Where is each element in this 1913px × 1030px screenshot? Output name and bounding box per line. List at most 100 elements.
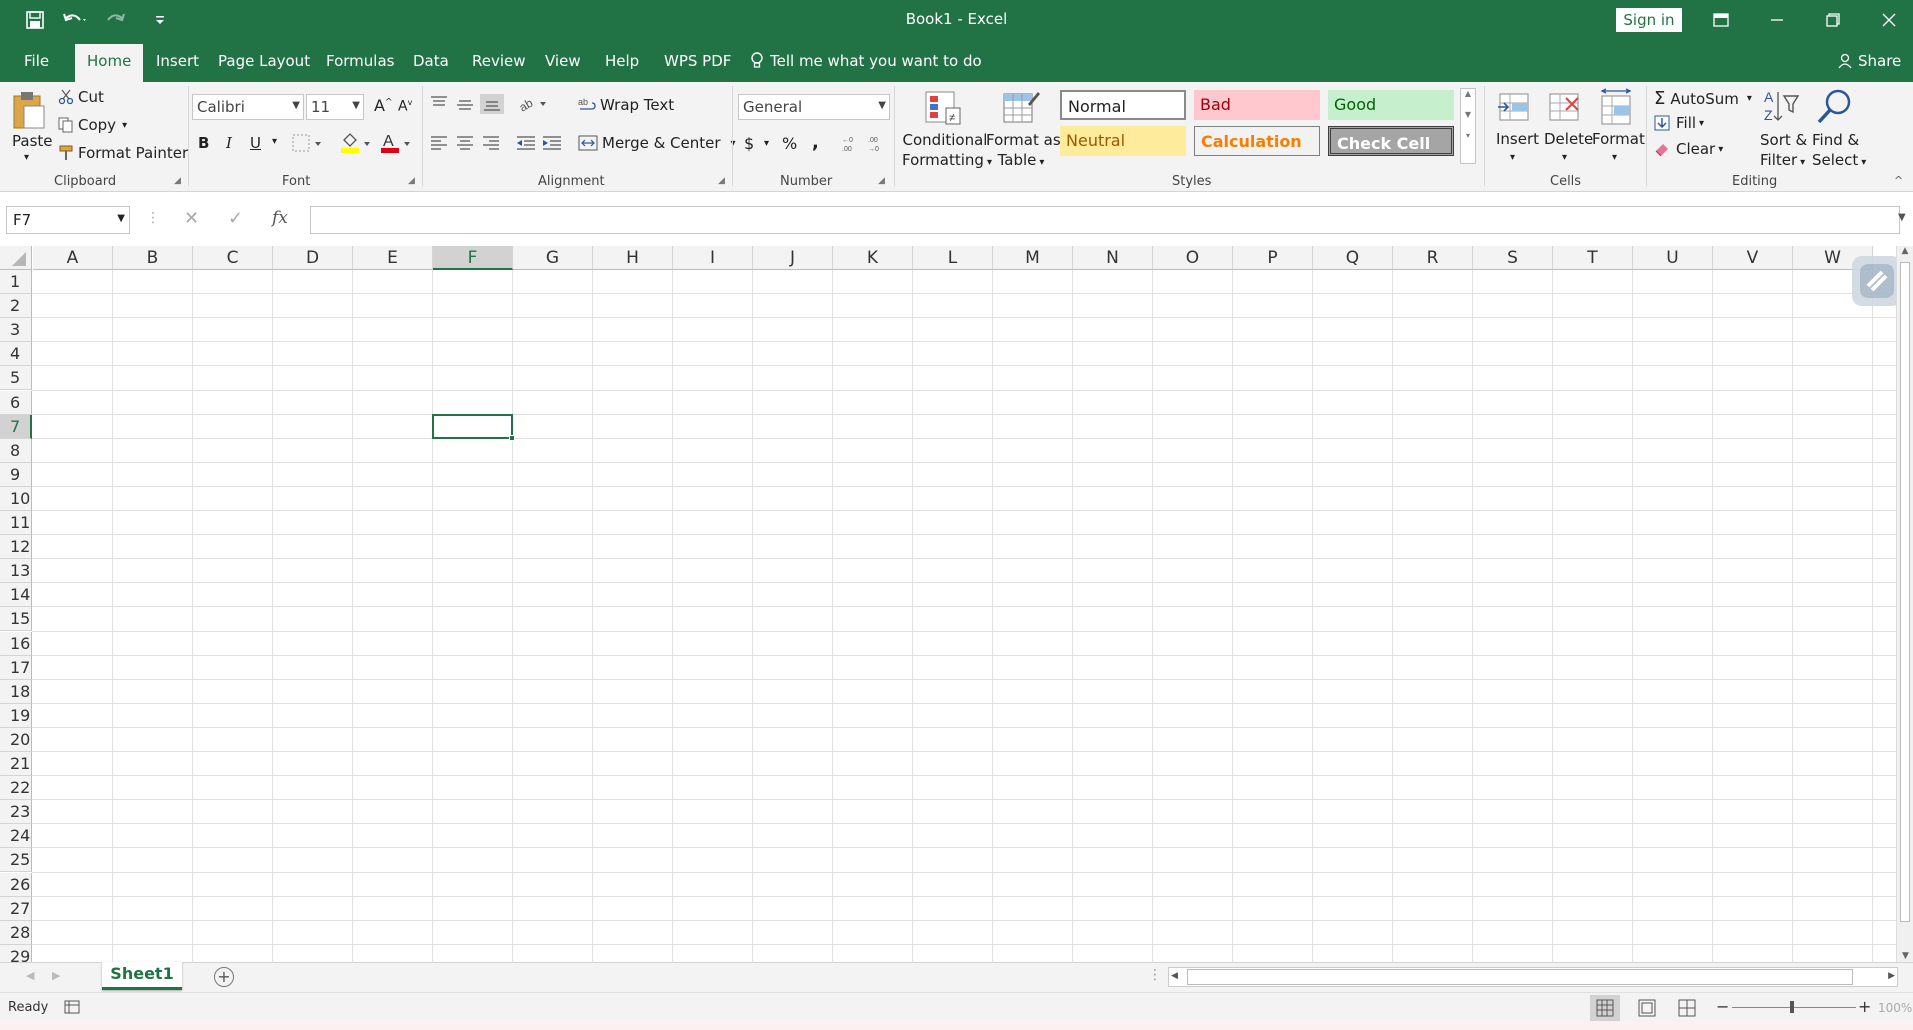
macro-record-icon[interactable] [64,999,82,1015]
share-button[interactable]: Share [1838,52,1901,70]
delete-cells-icon[interactable] [1546,90,1582,126]
style-check-cell[interactable]: Check Cell [1328,126,1454,156]
minimize-icon[interactable] [1762,8,1792,32]
font-color-button[interactable]: A [380,132,412,154]
insert-function-button[interactable]: fx [272,208,288,228]
row-header-23[interactable]: 23 [0,800,32,825]
select-all-button[interactable] [0,246,32,270]
tab-home[interactable]: Home [75,44,144,82]
row-header-29[interactable]: 29 [0,944,32,963]
bold-button[interactable]: B [198,134,209,152]
style-neutral[interactable]: Neutral [1060,126,1186,156]
row-header-22[interactable]: 22 [0,776,32,801]
expand-formula-bar-icon[interactable]: ▼ [1898,212,1906,223]
vertical-scroll-thumb[interactable] [1900,262,1910,922]
decrease-decimal-icon[interactable]: .00 →0 [866,134,888,152]
fill-handle[interactable] [509,434,515,441]
zoom-level[interactable]: 100% [1878,1001,1912,1015]
row-header-8[interactable]: 8 [0,438,32,463]
column-header-n[interactable]: N [1073,246,1153,270]
page-layout-view-icon[interactable] [1632,995,1662,1021]
row-header-11[interactable]: 11 [0,511,32,536]
number-format-select[interactable]: General ▼ [738,94,890,120]
conditional-formatting-button[interactable]: Conditional Formatting ▾ [902,130,992,173]
column-header-r[interactable]: R [1393,246,1473,270]
row-header-15[interactable]: 15 [0,607,32,632]
zoom-slider-thumb[interactable] [1790,1001,1794,1013]
merge-center-button[interactable]: Merge & Center ▾ [578,134,736,152]
column-header-q[interactable]: Q [1313,246,1393,270]
next-sheet-icon[interactable]: ▶ [52,969,60,982]
add-sheet-icon[interactable]: + [214,967,234,987]
currency-dropdown-icon[interactable]: ▾ [764,138,769,149]
scroll-down-icon[interactable]: ▼ [1897,951,1913,961]
horizontal-scroll-thumb[interactable] [1187,969,1853,985]
row-header-7[interactable]: 7 [0,414,32,439]
font-size-select[interactable]: 11 ▼ [306,94,364,120]
percent-button[interactable]: % [782,134,797,153]
format-as-table-button[interactable]: Format as Table ▾ [986,130,1061,173]
row-header-26[interactable]: 26 [0,872,32,897]
bottom-align-icon[interactable] [480,94,504,114]
zoom-slider[interactable] [1732,1001,1856,1013]
column-header-o[interactable]: O [1153,246,1233,270]
copy-button[interactable]: Copy ▾ [58,116,127,134]
paste-button[interactable]: Paste [12,132,53,150]
confirm-entry-icon[interactable]: ✓ [228,208,243,229]
format-cells-button[interactable]: Format [1592,130,1645,148]
paste-icon[interactable] [12,90,46,130]
insert-cells-icon[interactable] [1496,90,1532,126]
italic-button[interactable]: I [226,134,232,152]
format-cells-icon[interactable] [1598,88,1634,126]
delete-cells-button[interactable]: Delete [1544,130,1593,148]
column-header-p[interactable]: P [1233,246,1313,270]
font-launcher-icon[interactable]: ◢ [408,176,415,186]
decrease-font-size-icon[interactable]: Av [398,98,412,115]
scroll-up-icon[interactable]: ▲ [1897,246,1913,256]
column-header-d[interactable]: D [273,246,353,270]
column-header-a[interactable]: A [33,246,113,270]
normal-view-icon[interactable] [1590,995,1620,1021]
currency-button[interactable]: $ [744,134,754,153]
underline-button[interactable]: U [250,134,261,152]
row-header-3[interactable]: 3 [0,318,32,343]
formula-input[interactable] [310,206,1900,234]
horizontal-scrollbar[interactable]: ◀ ▶ [1168,967,1898,987]
floating-assistant-icon[interactable] [1852,256,1902,306]
column-header-s[interactable]: S [1473,246,1553,270]
close-icon[interactable] [1874,8,1904,32]
column-header-v[interactable]: V [1713,246,1793,270]
tell-me-search[interactable]: Tell me what you want to do [750,52,982,70]
prev-sheet-icon[interactable]: ◀ [26,969,34,982]
scroll-right-icon[interactable]: ▶ [1888,971,1895,981]
column-header-u[interactable]: U [1633,246,1713,270]
row-header-9[interactable]: 9 [0,462,32,487]
tab-split-handle[interactable]: ⋮ [1148,967,1162,983]
style-calculation[interactable]: Calculation [1194,126,1320,156]
autosum-button[interactable]: Σ AutoSum ▾ [1654,88,1752,109]
row-header-28[interactable]: 28 [0,920,32,945]
alignment-launcher-icon[interactable]: ◢ [718,176,725,186]
restore-icon[interactable] [1818,8,1848,32]
underline-dropdown-icon[interactable]: ▾ [272,136,277,147]
tab-review[interactable]: Review [472,52,526,70]
column-header-t[interactable]: T [1553,246,1633,270]
style-normal[interactable]: Normal [1060,90,1186,120]
column-header-f[interactable]: F [433,246,513,270]
fill-color-button[interactable] [340,132,372,154]
sort-filter-icon[interactable]: AZ [1762,88,1800,126]
row-header-21[interactable]: 21 [0,752,32,777]
orientation-icon[interactable]: ab [518,94,550,112]
row-header-12[interactable]: 12 [0,535,32,560]
align-left-icon[interactable] [430,136,448,150]
row-header-17[interactable]: 17 [0,655,32,680]
wrap-text-button[interactable]: ab Wrap Text [578,96,674,114]
zoom-in-icon[interactable]: + [1858,997,1871,1016]
vertical-scrollbar[interactable]: ▲ ▼ [1896,246,1913,963]
cut-button[interactable]: Cut [58,88,104,106]
delete-dropdown-icon[interactable]: ▾ [1562,152,1567,163]
cancel-entry-icon[interactable]: ✕ [184,208,199,229]
row-header-16[interactable]: 16 [0,631,32,656]
borders-button[interactable] [292,134,322,152]
ribbon-display-options-icon[interactable] [1706,8,1736,32]
